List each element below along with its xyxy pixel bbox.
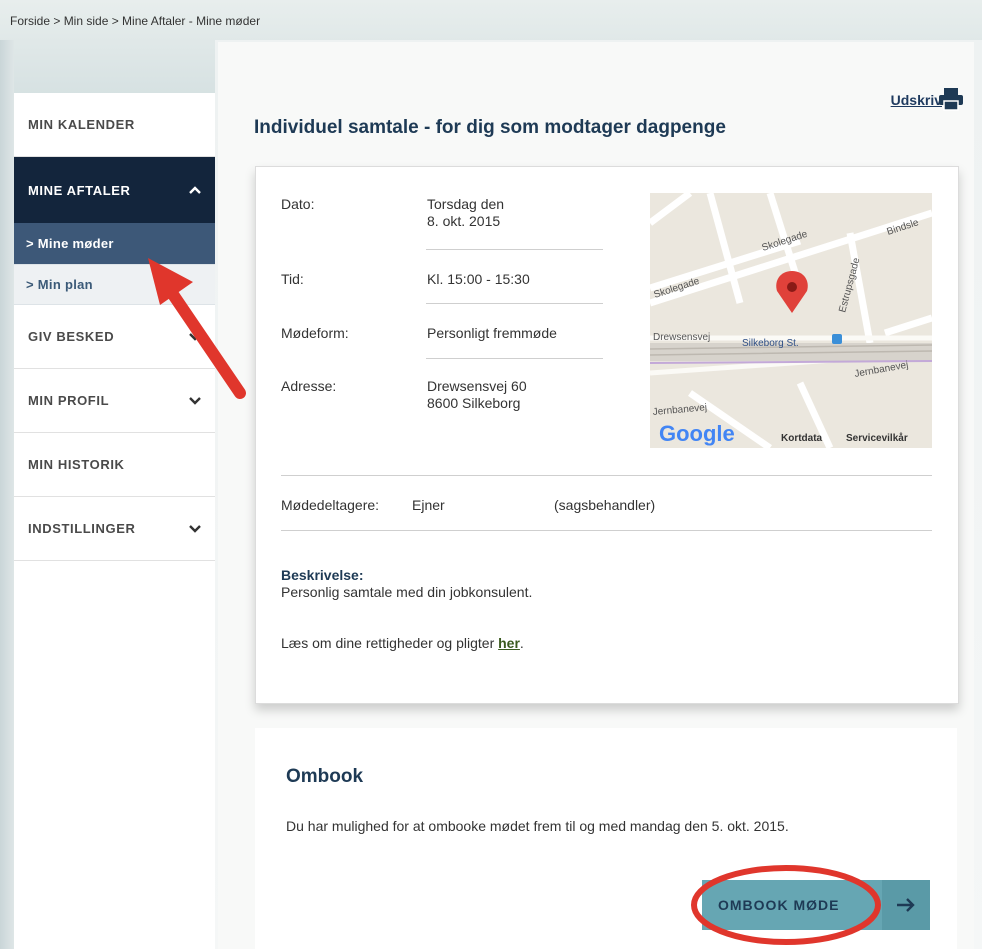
arrow-right-icon bbox=[882, 880, 930, 930]
divider bbox=[426, 358, 603, 359]
divider bbox=[281, 475, 932, 476]
beskrivelse-label: Beskrivelse: bbox=[281, 567, 364, 583]
deltagere-label: Mødedeltagere: bbox=[281, 497, 380, 513]
adresse-value: Drewsensvej 60 8600 Silkeborg bbox=[427, 378, 627, 412]
divider bbox=[426, 249, 603, 250]
dato-value: Torsdag den 8. okt. 2015 bbox=[427, 196, 627, 230]
adresse-line2: 8600 Silkeborg bbox=[427, 395, 521, 411]
divider bbox=[426, 303, 603, 304]
modeform-label: Mødeform: bbox=[281, 325, 349, 341]
modeform-value: Personligt fremmøde bbox=[427, 325, 557, 341]
left-gutter bbox=[0, 40, 14, 949]
ombook-card: Ombook Du har mulighed for at ombooke mø… bbox=[255, 728, 957, 949]
print-link[interactable]: Udskriv bbox=[891, 92, 942, 108]
beskrivelse-text: Personlig samtale med din jobkonsulent. bbox=[281, 584, 533, 600]
sidebar-item-label: MIN PROFIL bbox=[28, 393, 110, 408]
divider bbox=[281, 530, 932, 531]
google-logo: Google bbox=[659, 421, 735, 446]
tid-value: Kl. 15:00 - 15:30 bbox=[427, 271, 530, 287]
chevron-down-icon bbox=[189, 394, 201, 408]
rights-text: Læs om dine rettigheder og pligter bbox=[281, 635, 499, 651]
printer-icon[interactable] bbox=[938, 87, 964, 111]
ombook-description: Du har mulighed for at ombooke mødet fre… bbox=[286, 818, 789, 834]
sidebar-item-min-profil[interactable]: MIN PROFIL bbox=[14, 369, 215, 433]
sidebar: MIN KALENDER MINE AFTALER > Mine møder >… bbox=[14, 93, 215, 949]
map-street-label: Drewsensvej bbox=[653, 332, 710, 343]
sidebar-item-min-historik[interactable]: MIN HISTORIK bbox=[14, 433, 215, 497]
rights-line: Læs om dine rettigheder og pligter her. bbox=[281, 635, 901, 651]
sidebar-item-mine-aftaler[interactable]: MINE AFTALER bbox=[14, 157, 215, 223]
chevron-down-icon bbox=[189, 522, 201, 536]
dato-value-line2: 8. okt. 2015 bbox=[427, 213, 501, 229]
page-title: Individuel samtale - for dig som modtage… bbox=[254, 117, 726, 138]
chevron-up-icon bbox=[189, 183, 201, 197]
dato-label: Dato: bbox=[281, 196, 315, 212]
adresse-label: Adresse: bbox=[281, 378, 337, 394]
sidebar-item-min-kalender[interactable]: MIN KALENDER bbox=[14, 93, 215, 157]
chevron-down-icon bbox=[189, 330, 201, 344]
rights-link[interactable]: her bbox=[498, 635, 520, 651]
ombook-button-label: OMBOOK MØDE bbox=[718, 897, 840, 913]
sidebar-subitem-label: > Mine møder bbox=[26, 236, 114, 251]
ombook-title: Ombook bbox=[286, 766, 364, 787]
breadcrumb: Forside > Min side > Mine Aftaler - Mine… bbox=[10, 14, 261, 28]
adresse-line1: Drewsensvej 60 bbox=[427, 378, 527, 394]
sidebar-item-label: GIV BESKED bbox=[28, 329, 115, 344]
sidebar-item-label: MIN HISTORIK bbox=[28, 457, 125, 472]
sidebar-subitem-min-plan[interactable]: > Min plan bbox=[14, 265, 215, 305]
sidebar-item-indstillinger[interactable]: INDSTILLINGER bbox=[14, 497, 215, 561]
sidebar-subitem-mine-moder[interactable]: > Mine møder bbox=[14, 223, 215, 265]
map[interactable]: Skolegade Skolegade Bindsle Estrupsgade … bbox=[650, 193, 932, 448]
map-kortdata-link[interactable]: Kortdata bbox=[781, 433, 823, 444]
ombook-button[interactable]: OMBOOK MØDE bbox=[702, 880, 930, 930]
sidebar-item-label: MINE AFTALER bbox=[28, 182, 131, 198]
sidebar-subitem-label: > Min plan bbox=[26, 277, 93, 292]
sidebar-item-giv-besked[interactable]: GIV BESKED bbox=[14, 305, 215, 369]
dato-value-line1: Torsdag den bbox=[427, 196, 505, 212]
map-station-label: Silkeborg St. bbox=[742, 338, 799, 349]
meeting-details-card: Dato: Torsdag den 8. okt. 2015 Tid: Kl. … bbox=[255, 166, 959, 704]
sidebar-item-label: INDSTILLINGER bbox=[28, 521, 136, 536]
beskrivelse-block: Beskrivelse: Personlig samtale med din j… bbox=[281, 567, 901, 601]
map-terms-link[interactable]: Servicevilkår bbox=[846, 432, 908, 444]
tid-label: Tid: bbox=[281, 271, 304, 287]
deltagere-role: (sagsbehandler) bbox=[554, 497, 656, 513]
sidebar-item-label: MIN KALENDER bbox=[28, 117, 135, 132]
rights-end: . bbox=[519, 635, 524, 651]
